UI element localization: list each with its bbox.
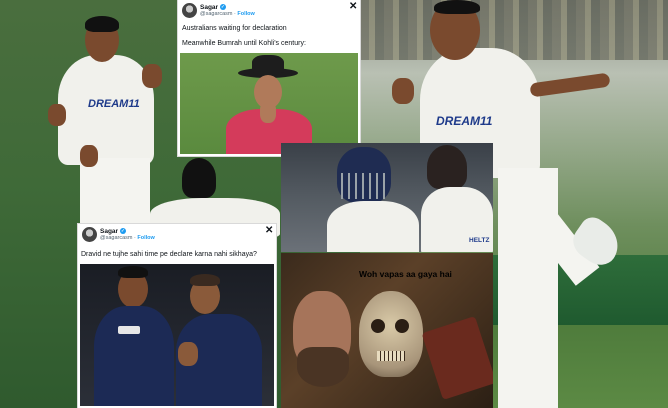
bumrah-odi-shirt (94, 306, 174, 406)
follow-button[interactable]: Follow (237, 11, 254, 17)
helmet-grille (341, 173, 387, 199)
bumrah-hair (118, 266, 148, 278)
umpire-hat-crown (252, 55, 284, 73)
tweet-media-bumrah-sachin[interactable] (80, 264, 274, 406)
tweet-text-line-2: Meanwhile Bumrah until Kohli's century: (182, 40, 306, 47)
painting-man-beard (297, 347, 349, 387)
sachin-hand (178, 342, 198, 366)
sachin-hair (190, 274, 220, 286)
meme-painting: Woh vapas aa gaya hai (281, 253, 493, 408)
tweet-text-line-1: Australians waiting for declaration (182, 25, 287, 32)
tweet-header: Sagar ✓ @sagarcasm · Follow (182, 3, 255, 18)
close-icon[interactable]: ✕ (265, 226, 273, 236)
siraj-hair (434, 0, 480, 14)
avatar[interactable] (182, 3, 197, 18)
close-icon[interactable]: ✕ (349, 2, 357, 12)
umpire-hand (260, 101, 276, 123)
teammate-head (182, 158, 216, 198)
bumrah-hand-right (142, 64, 162, 88)
teammate-hand (80, 145, 98, 167)
coach-head (427, 145, 467, 189)
batter-shirt (327, 201, 419, 252)
bumrah-hair (85, 16, 119, 32)
tweet-card-2[interactable]: Sagar ✓ @sagarcasm · Follow ✕ Dravid ne … (78, 224, 276, 408)
tweet-card-1[interactable]: Sagar ✓ @sagarcasm · Follow ✕ Australian… (178, 0, 360, 156)
kohli-batting-photo: HELTZ (281, 143, 493, 252)
author-handle[interactable]: @sagarcasm (200, 11, 232, 17)
painting-book (421, 316, 493, 400)
tweet-text: Dravid ne tujhe sahi time pe declare kar… (81, 251, 257, 258)
author-handle[interactable]: @sagarcasm (100, 235, 132, 241)
jersey-sponsor-left: DREAM11 (88, 98, 140, 110)
bumrah-hand-left (48, 104, 66, 126)
skull-eye-left (371, 319, 385, 333)
skull-eye-right (395, 319, 409, 333)
tweet-header: Sagar ✓ @sagarcasm · Follow (82, 227, 155, 242)
author-name[interactable]: Sagar (100, 228, 118, 235)
avatar[interactable] (82, 227, 97, 242)
author-name[interactable]: Sagar (200, 4, 218, 11)
bumrah-shirt-logo (118, 326, 140, 334)
crowd-stands (360, 0, 668, 60)
skull-teeth (377, 351, 405, 361)
verified-badge-icon: ✓ (219, 3, 226, 10)
follow-button[interactable]: Follow (137, 235, 154, 241)
skeleton-skull (359, 291, 423, 377)
bumrah-shirt (58, 55, 154, 165)
verified-badge-icon: ✓ (119, 227, 126, 234)
coach-shirt-sponsor: HELTZ (469, 237, 490, 244)
meme-caption: Woh vapas aa gaya hai (359, 269, 452, 279)
tweet-media-umpire[interactable] (180, 53, 358, 154)
jersey-sponsor-right: DREAM11 (436, 114, 493, 128)
siraj-hand-left (392, 78, 414, 104)
